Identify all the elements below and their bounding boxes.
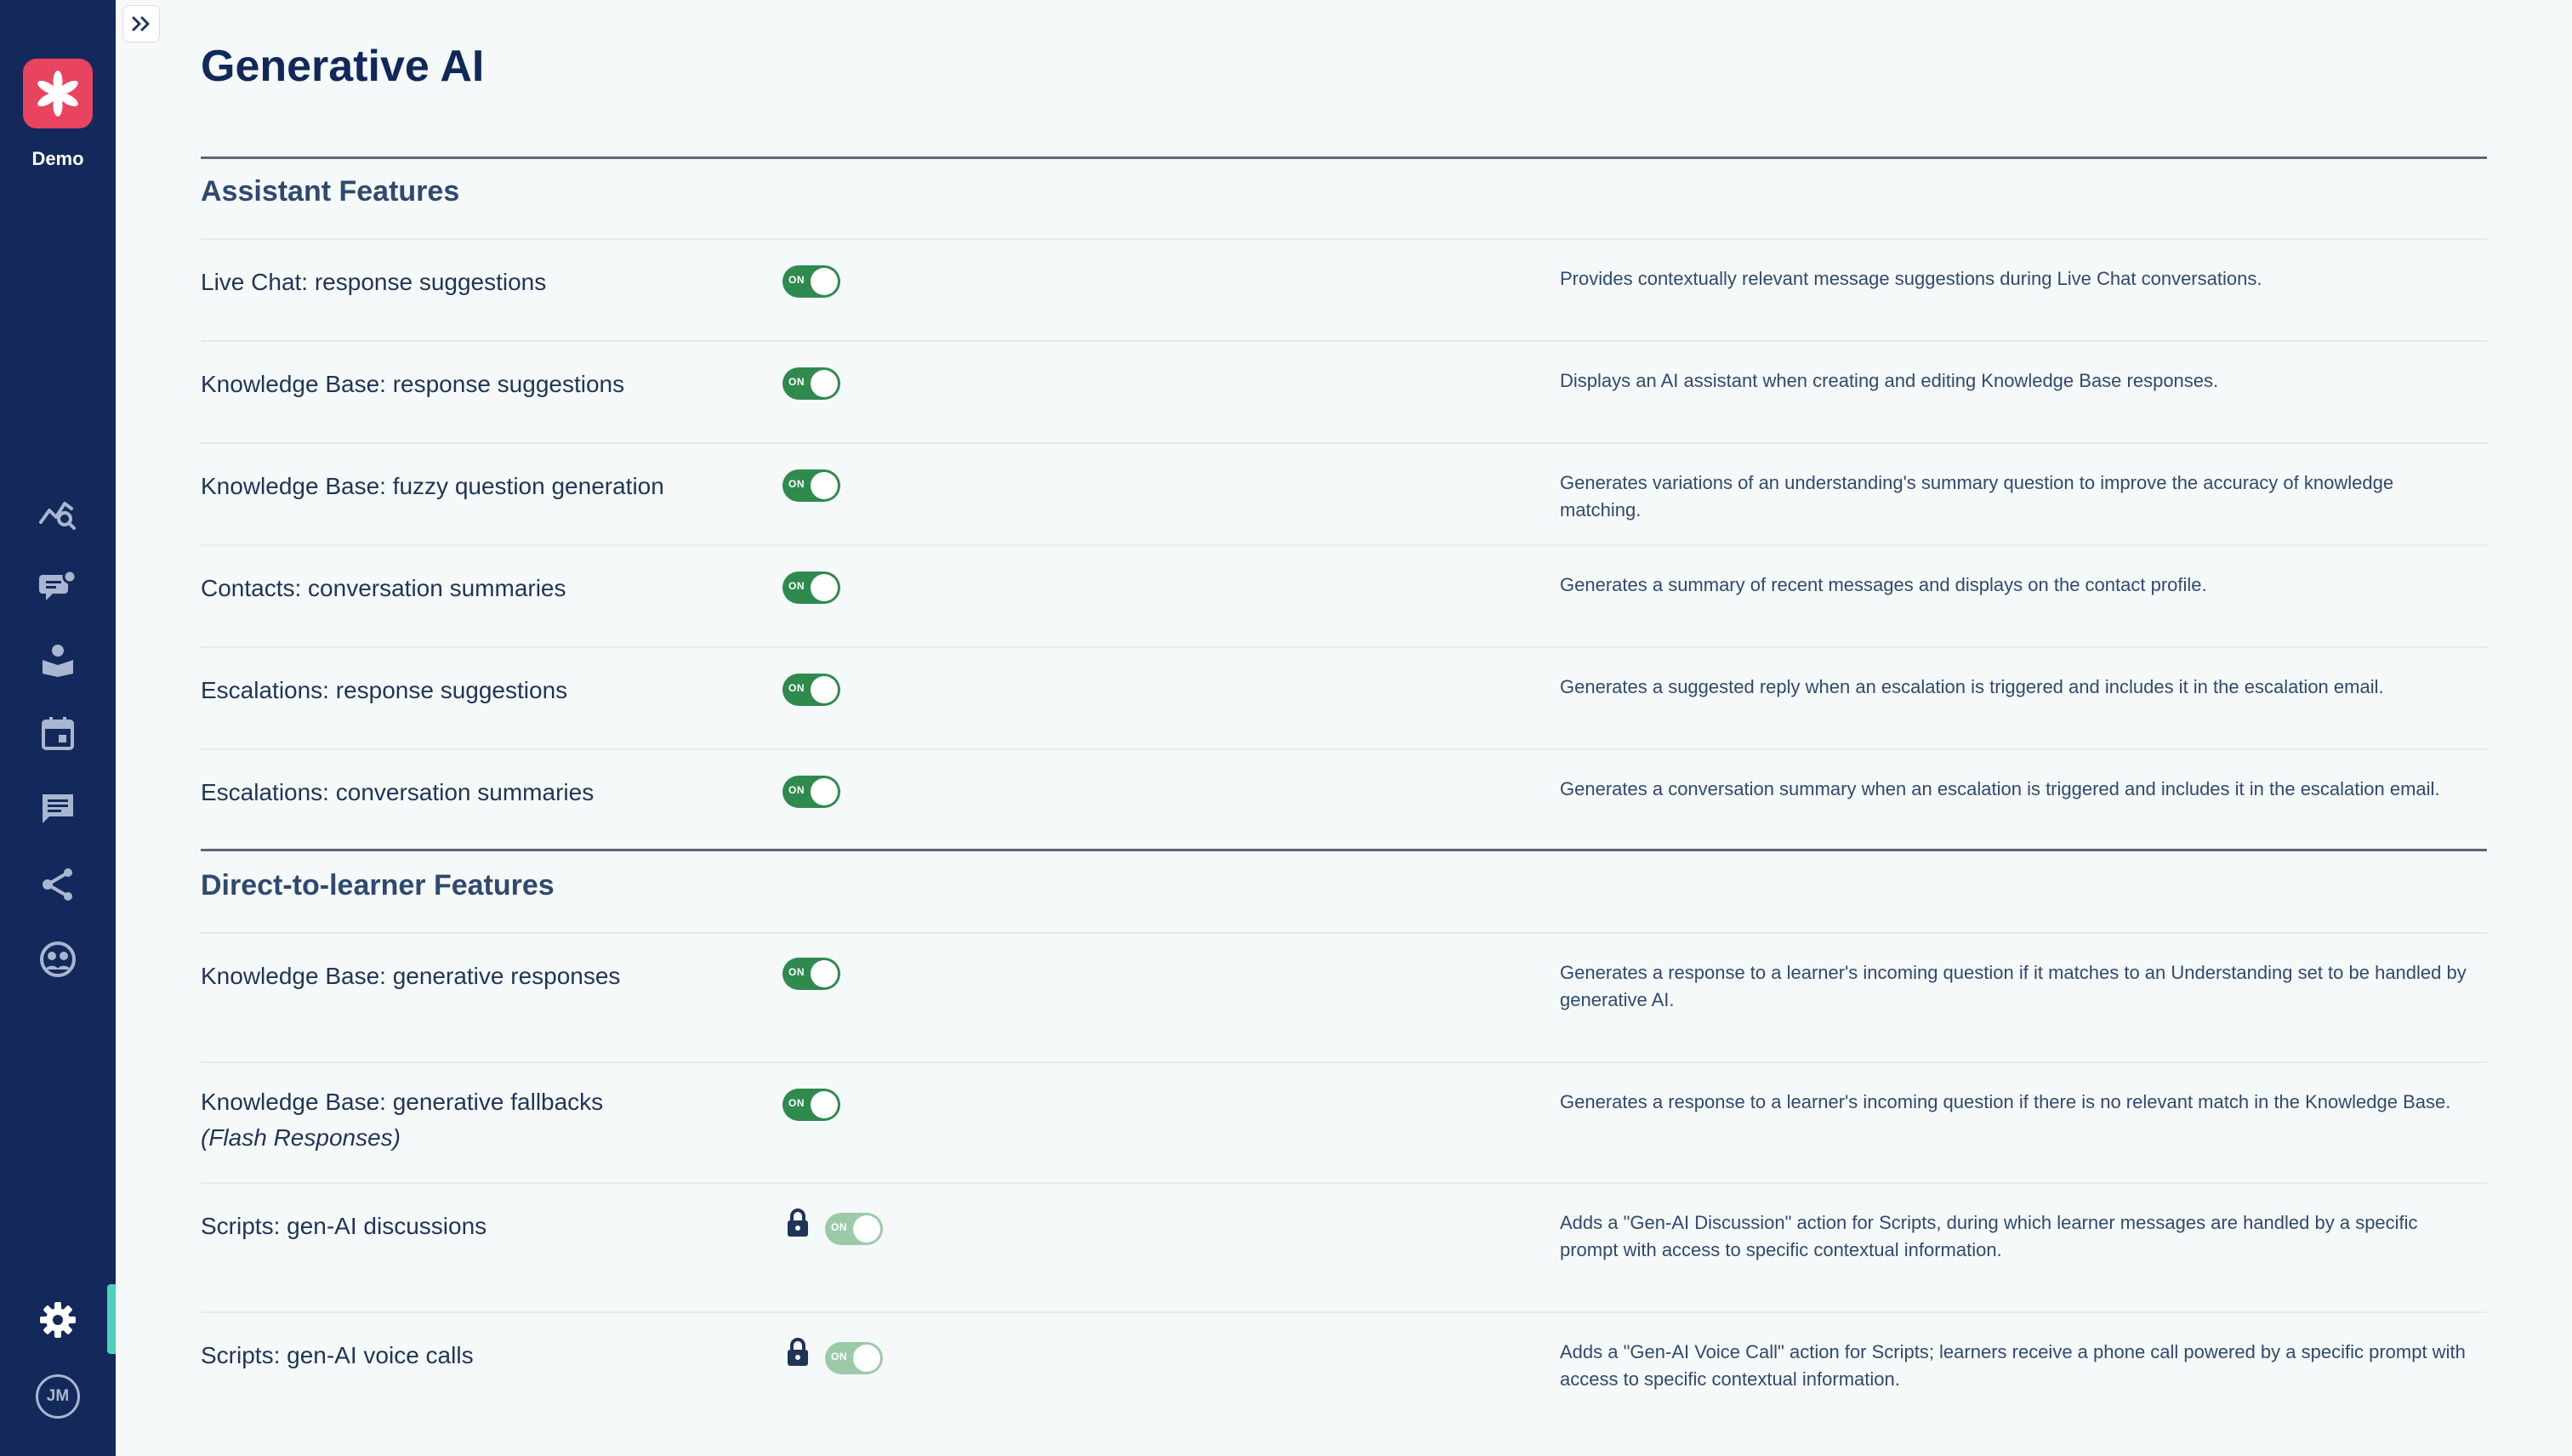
toggle-state: ON [788,274,805,286]
feature-toggle[interactable]: ON [782,367,840,400]
feature-toggle[interactable]: ON [782,776,840,808]
toggle-state: ON [788,784,805,796]
toggle-knob [811,1091,838,1118]
app-logo[interactable] [23,59,93,128]
sidebar: Demo JM [0,0,116,1456]
feature-label-text: Knowledge Base: generative fallbacks [201,1089,604,1115]
feature-description: Generates a response to a learner's inco… [1560,1091,2451,1112]
feature-description: Generates a summary of recent messages a… [1560,574,2207,595]
feature-row: Knowledge Base: generative fallbacks (Fl… [201,1061,2487,1182]
conversations-icon [39,570,77,600]
asterisk-logo-icon [37,71,78,117]
lock-icon [788,1338,808,1366]
feature-label: Scripts: gen-AI discussions [201,1213,487,1239]
feature-row: Escalations: conversation summaries ON G… [201,748,2487,849]
section-title-direct-to-learner: Direct-to-learner Features [201,869,555,901]
feature-toggle[interactable]: ON [782,1089,840,1121]
feature-description: Adds a "Gen-AI Discussion" action for Sc… [1560,1212,2418,1260]
expand-sidebar-button[interactable] [122,5,160,43]
toggle-state: ON [788,580,805,592]
feature-toggle-locked[interactable]: ON [825,1342,883,1374]
feature-description: Generates a suggested reply when an esca… [1560,676,2384,697]
feature-toggle[interactable]: ON [782,958,840,990]
double-chevron-right-icon [132,16,150,31]
toggle-state: ON [788,376,805,388]
feature-row: Escalations: response suggestions ON Gen… [201,646,2487,748]
nav-active-indicator [107,1284,116,1354]
feature-toggle-locked[interactable]: ON [825,1213,883,1245]
page-title: Generative AI [201,42,485,91]
calendar-icon [42,717,74,750]
section-divider [201,849,2487,851]
section-divider [201,156,2487,159]
toggle-knob [811,574,838,601]
feature-row: Knowledge Base: generative responses ON … [201,932,2487,1061]
feature-row: Scripts: gen-AI voice calls ON Adds a "G… [201,1311,2487,1439]
feature-label: Scripts: gen-AI voice calls [201,1342,474,1368]
toggle-knob [811,960,838,987]
feature-label: Live Chat: response suggestions [201,269,547,295]
feature-toggle[interactable]: ON [782,572,840,604]
feature-toggle[interactable]: ON [782,469,840,502]
lock-icon [788,1209,808,1237]
feature-toggle[interactable]: ON [782,674,840,706]
toggle-state: ON [788,478,805,490]
nav-messages[interactable] [36,786,80,830]
nav-conversations[interactable] [36,565,80,609]
feature-description: Provides contextually relevant message s… [1560,268,2262,289]
contacts-icon [40,941,76,977]
knowledge-base-icon [43,645,73,677]
toggle-state: ON [788,682,805,694]
feature-row: Knowledge Base: response suggestions ON … [201,340,2487,442]
feature-toggle[interactable]: ON [782,265,840,298]
feature-row: Knowledge Base: fuzzy question generatio… [201,442,2487,544]
messages-icon [43,794,73,823]
feature-sublabel: (Flash Responses) [201,1124,401,1151]
toggle-knob [853,1215,880,1243]
share-icon [43,868,72,901]
nav-knowledge-base[interactable] [36,638,80,682]
feature-label: Knowledge Base: generative fallbacks (Fl… [201,1089,603,1152]
feature-description: Generates a response to a learner's inco… [1560,962,2467,1010]
section-title-assistant: Assistant Features [201,175,460,208]
feature-label: Knowledge Base: response suggestions [201,371,625,397]
nav-calendar[interactable] [36,711,80,755]
toggle-knob [811,676,838,703]
toggle-knob [853,1345,880,1372]
toggle-state: ON [831,1221,847,1233]
nav-contacts[interactable] [36,937,80,981]
nav-analytics[interactable] [36,492,80,536]
toggle-knob [811,370,838,397]
nav-settings[interactable] [36,1298,80,1342]
feature-row: Live Chat: response suggestions ON Provi… [201,238,2487,340]
feature-label: Knowledge Base: generative responses [201,963,621,989]
feature-label: Knowledge Base: fuzzy question generatio… [201,473,664,499]
toggle-knob [811,778,838,805]
nav-integrations[interactable] [36,862,80,907]
feature-label: Escalations: conversation summaries [201,779,595,805]
feature-description: Generates a conversation summary when an… [1560,778,2440,799]
feature-description: Generates variations of an understanding… [1560,472,2394,520]
toggle-state: ON [788,966,805,978]
feature-description: Adds a "Gen-AI Voice Call" action for Sc… [1560,1341,2466,1390]
feature-label: Escalations: response suggestions [201,677,568,703]
user-avatar[interactable]: JM [36,1374,80,1419]
org-name: Demo [31,148,84,169]
toggle-knob [811,472,838,499]
toggle-state: ON [831,1351,847,1362]
toggle-state: ON [788,1097,805,1109]
analytics-icon [39,502,76,530]
toggle-knob [811,268,838,295]
feature-description: Displays an AI assistant when creating a… [1560,370,2219,391]
feature-row: Scripts: gen-AI discussions ON Adds a "G… [201,1182,2487,1311]
feature-label: Contacts: conversation summaries [201,575,566,601]
feature-row: Contacts: conversation summaries ON Gene… [201,544,2487,646]
gear-icon [40,1302,76,1338]
